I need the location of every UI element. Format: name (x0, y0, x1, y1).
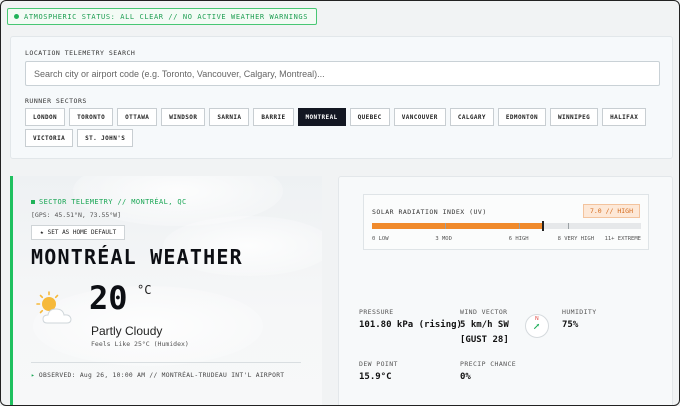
pressure-label: PRESSURE (359, 308, 394, 316)
status-dot-icon (14, 14, 19, 19)
current-weather-card: SECTOR TELEMETRY // MONTRÉAL, QC [GPS: 4… (10, 176, 322, 405)
city-weather-title: MONTRÉAL WEATHER (31, 245, 243, 269)
uv-tick (445, 223, 447, 229)
wind-value: 5 km/h SW (460, 320, 509, 330)
conditions-card: SOLAR RADIATION INDEX (UV) 7.0 // HIGH 0… (338, 176, 673, 405)
humidity-value: 75% (562, 320, 579, 330)
uv-tick (518, 223, 520, 229)
divider (31, 362, 301, 363)
sector-button-calgary[interactable]: CALGARY (449, 108, 494, 126)
uv-bar (372, 221, 641, 231)
sector-button-windsor[interactable]: WINDSOR (161, 108, 206, 126)
sector-button-quebec[interactable]: QUEBEC (349, 108, 390, 126)
sector-button-london[interactable]: LONDON (25, 108, 66, 126)
sector-button-st-john-s[interactable]: ST. JOHN'S (77, 129, 134, 147)
wind-label: WIND VECTOR (460, 308, 508, 316)
gps-coordinates: [GPS: 45.51°N, 73.55°W] (31, 211, 122, 219)
sector-button-sarnia[interactable]: SARNIA (209, 108, 250, 126)
sector-telemetry-text: SECTOR TELEMETRY // MONTRÉAL, QC (39, 198, 187, 206)
sector-button-toronto[interactable]: TORONTO (69, 108, 114, 126)
dew-point-value: 15.9°C (359, 372, 392, 382)
uv-index-panel: SOLAR RADIATION INDEX (UV) 7.0 // HIGH 0… (363, 194, 649, 250)
partly-cloudy-icon (36, 291, 72, 324)
uv-title: SOLAR RADIATION INDEX (UV) (372, 208, 487, 216)
square-bullet-icon (31, 200, 35, 204)
sector-button-ottawa[interactable]: OTTAWA (117, 108, 158, 126)
arrow-right-icon: ▸ (31, 372, 35, 379)
sector-button-vancouver[interactable]: VANCOUVER (393, 108, 446, 126)
uv-scale-label: 3 MOD (435, 236, 452, 242)
compass-icon: N (525, 314, 549, 338)
sector-button-group: LONDON TORONTO OTTAWA WINDSOR SARNIA BARRIE MO… (25, 108, 665, 147)
sector-button-winnipeg[interactable]: WINNIPEG (550, 108, 599, 126)
observation-info: ▸ OBSERVED: Aug 26, 10:00 AM // MONTRÉAL… (31, 372, 284, 379)
wind-direction-arrow-icon (533, 323, 540, 330)
sector-button-victoria[interactable]: VICTORIA (25, 129, 74, 147)
search-label: LOCATION TELEMETRY SEARCH (25, 49, 136, 57)
uv-scale-label: 0 LOW (372, 236, 389, 242)
wind-gust: [GUST 28] (460, 335, 509, 345)
feels-like: Feels Like 25°C (Humidex) (91, 340, 189, 348)
sector-button-edmonton[interactable]: EDMONTON (497, 108, 547, 126)
uv-scale: 0 LOW 3 MOD 6 HIGH 8 VERY HIGH 11+ EXTREME (372, 236, 641, 244)
sector-button-barrie[interactable]: BARRIE (253, 108, 294, 126)
sectors-label: RUNNER SECTORS (25, 97, 87, 105)
search-panel: LOCATION TELEMETRY SEARCH RUNNER SECTORS… (10, 36, 673, 159)
weather-condition: Partly Cloudy (91, 324, 163, 338)
status-banner: ATMOSPHERIC STATUS: ALL CLEAR // NO ACTI… (7, 8, 318, 25)
set-home-default-label: SET AS HOME DEFAULT (47, 229, 117, 236)
uv-tick (567, 223, 569, 229)
status-text: ATMOSPHERIC STATUS: ALL CLEAR // NO ACTI… (24, 12, 309, 21)
uv-badge: 7.0 // HIGH (582, 204, 640, 218)
sector-button-halifax[interactable]: HALIFAX (602, 108, 647, 126)
uv-bar-fill (372, 223, 544, 229)
humidity-label: HUMIDITY (562, 308, 597, 316)
dew-point-label: DEW POINT (359, 360, 398, 368)
temperature-unit: °C (137, 283, 152, 297)
uv-scale-label: 6 HIGH (508, 236, 529, 242)
search-input[interactable] (25, 61, 660, 86)
temperature-value: 20 (89, 279, 128, 317)
observation-text: OBSERVED: Aug 26, 10:00 AM // MONTRÉAL-T… (38, 372, 285, 379)
pressure-value: 101.80 kPa (rising) (359, 320, 462, 330)
set-home-default-button[interactable]: ★ SET AS HOME DEFAULT (31, 225, 126, 240)
sector-button-montreal[interactable]: MONTREAL (297, 108, 346, 126)
app-window: ATMOSPHERIC STATUS: ALL CLEAR // NO ACTI… (0, 0, 680, 406)
sector-telemetry-title: SECTOR TELEMETRY // MONTRÉAL, QC (31, 198, 187, 206)
uv-marker (542, 221, 545, 231)
uv-scale-label: 11+ EXTREME (604, 236, 641, 242)
uv-scale-label: 8 VERY HIGH (557, 236, 595, 242)
precip-label: PRECIP CHANCE (460, 360, 517, 368)
precip-value: 0% (460, 372, 471, 382)
star-icon: ★ (40, 229, 44, 236)
